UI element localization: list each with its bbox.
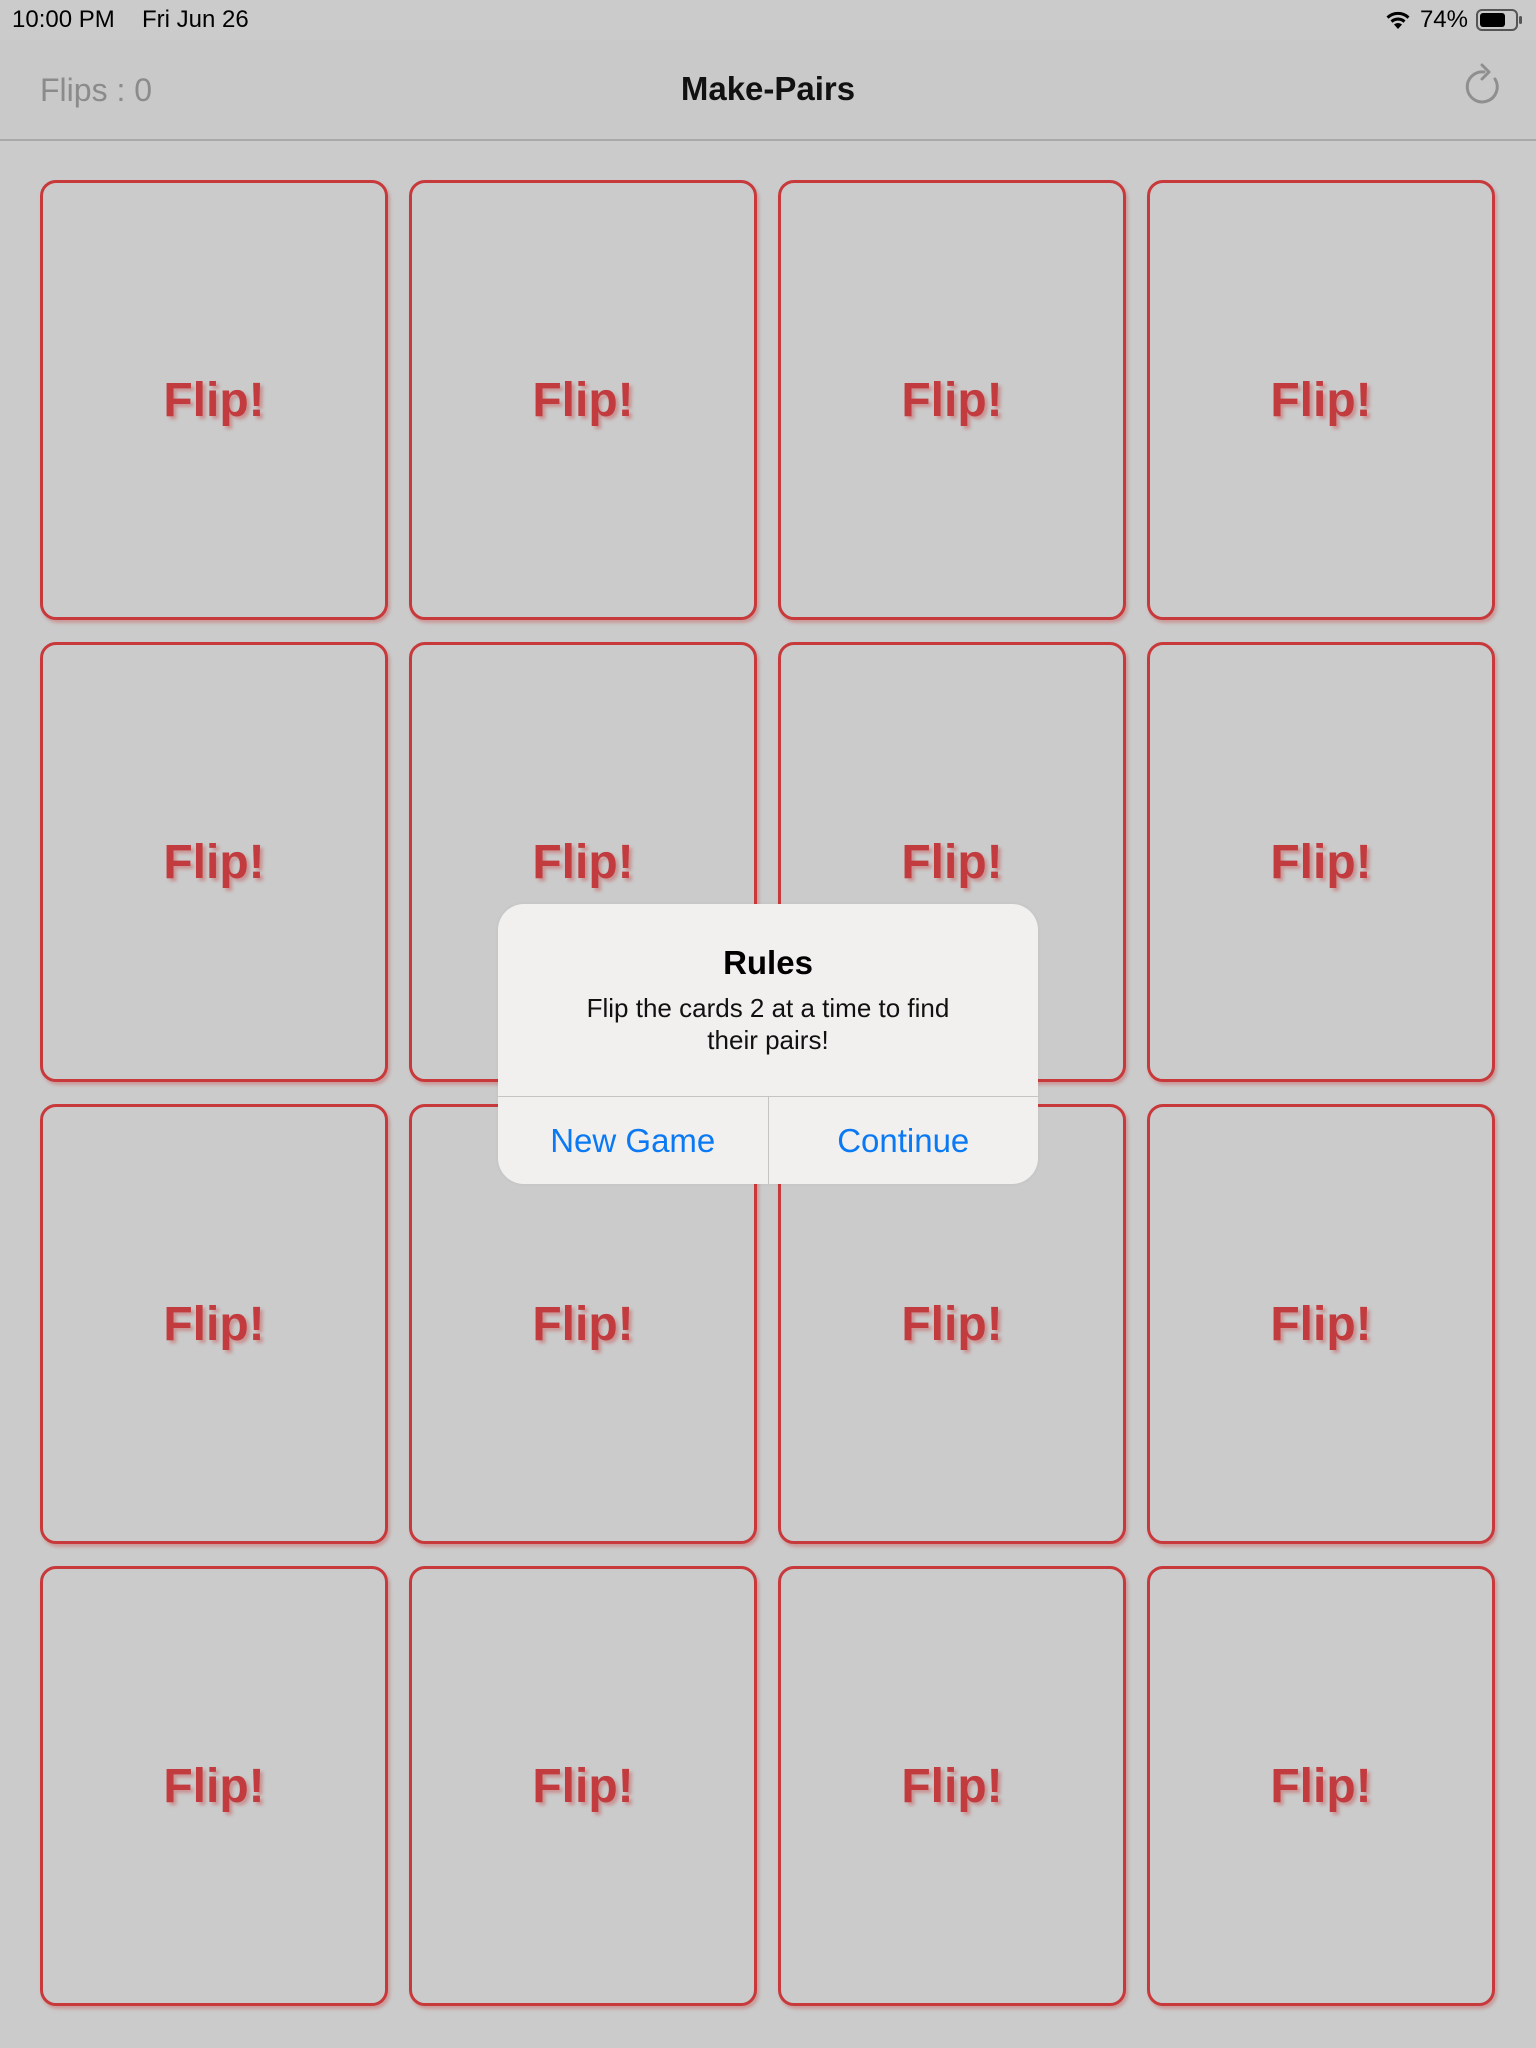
nav-bar: Flips : 0 Make-Pairs [0,40,1536,141]
card-label: Flip! [532,373,634,427]
screen: 10:00 PM Fri Jun 26 74% Flips : 0 Make-P… [0,0,1536,2048]
status-bar: 10:00 PM Fri Jun 26 74% [0,0,1536,40]
battery-percent: 74% [1419,6,1468,33]
battery-icon [1476,8,1524,32]
card[interactable]: Flip! [778,1566,1126,2006]
card[interactable]: Flip! [409,1566,757,2006]
card-label: Flip! [532,835,634,889]
card[interactable]: Flip! [40,1566,388,2006]
card-label: Flip! [901,1297,1003,1351]
card[interactable]: Flip! [40,180,388,620]
card-label: Flip! [1270,835,1372,889]
card-label: Flip! [1270,1759,1372,1813]
card-label: Flip! [901,1759,1003,1813]
status-indicators: 74% [1384,6,1524,34]
card-label: Flip! [163,373,265,427]
card[interactable]: Flip! [40,642,388,1082]
card[interactable]: Flip! [1147,642,1495,1082]
card-label: Flip! [532,1759,634,1813]
card[interactable]: Flip! [40,1104,388,1544]
alert-title: Rules [723,944,813,981]
card[interactable]: Flip! [409,180,757,620]
card-label: Flip! [1270,373,1372,427]
continue-button[interactable]: Continue [769,1097,1039,1184]
refresh-icon [1462,62,1506,115]
new-game-button[interactable]: New Game [498,1097,768,1184]
card-label: Flip! [163,1759,265,1813]
status-date: Fri Jun 26 [142,6,249,33]
wifi-icon [1384,9,1412,31]
alert-message: Flip the cards 2 at a time to find their… [586,993,950,1055]
card-label: Flip! [163,1297,265,1351]
status-time: 10:00 PM [12,6,115,33]
refresh-button[interactable] [1456,60,1512,116]
page-title: Make-Pairs [680,70,856,107]
card[interactable]: Flip! [1147,1566,1495,2006]
card-label: Flip! [901,373,1003,427]
card-label: Flip! [532,1297,634,1351]
card-label: Flip! [901,835,1003,889]
alert-buttons: New Game Continue [498,1097,1038,1184]
card[interactable]: Flip! [1147,1104,1495,1544]
card-label: Flip! [1270,1297,1372,1351]
rules-alert: Rules Flip the cards 2 at a time to find… [498,904,1038,1184]
card[interactable]: Flip! [1147,180,1495,620]
card-label: Flip! [163,835,265,889]
card[interactable]: Flip! [778,180,1126,620]
